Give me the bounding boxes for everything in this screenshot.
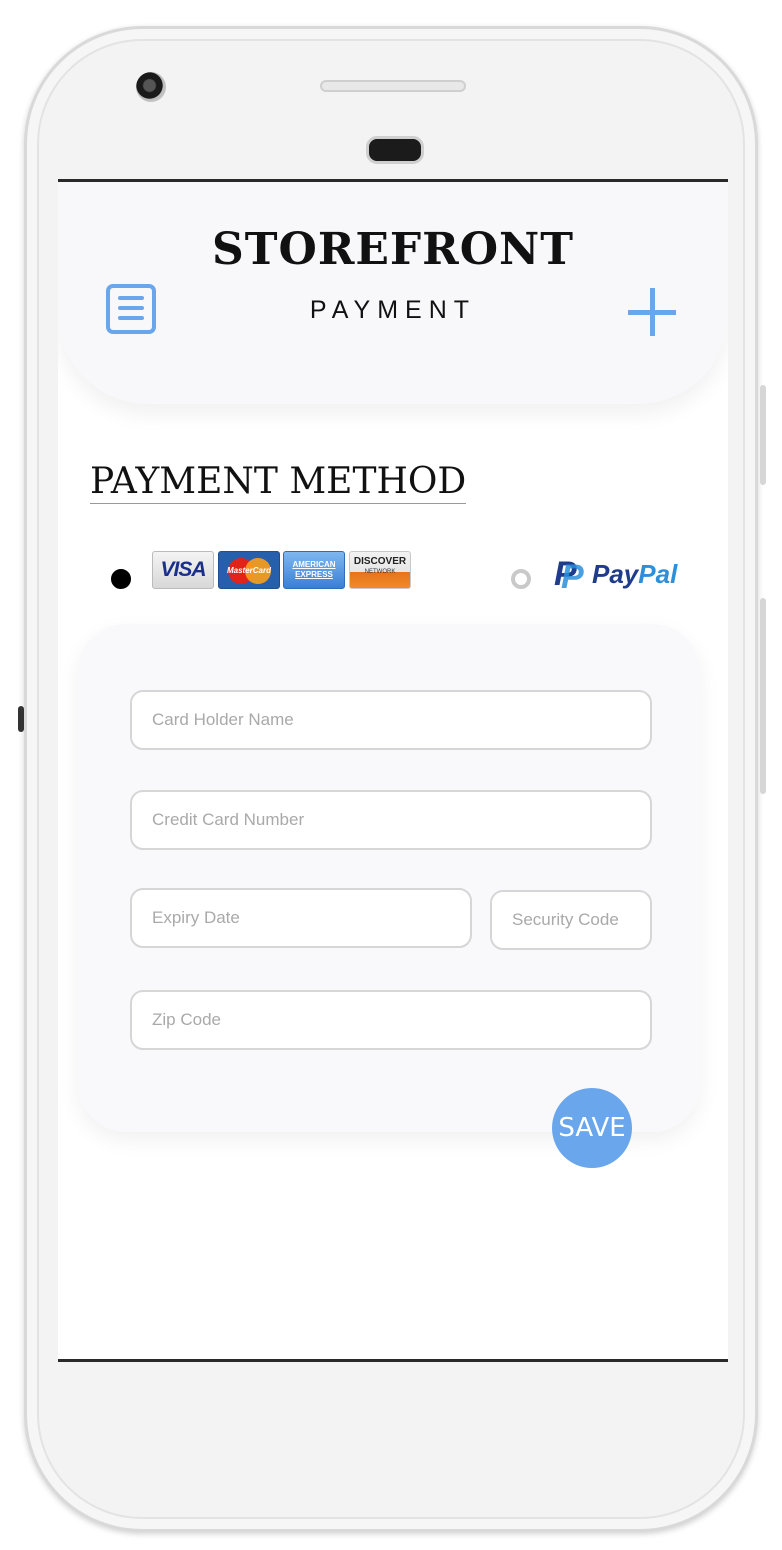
plus-icon[interactable] (628, 288, 676, 336)
app-header: STOREFRONT PAYMENT (58, 182, 728, 404)
card-payment-radio[interactable] (111, 569, 131, 589)
volume-button (760, 598, 766, 794)
menu-icon[interactable] (106, 284, 156, 334)
power-button (760, 385, 766, 485)
expiry-date-input[interactable] (130, 888, 472, 948)
mastercard-text: MasterCard (226, 565, 271, 575)
mastercard-logo: MasterCard (218, 551, 280, 589)
payment-method-title: PAYMENT METHOD (90, 461, 467, 504)
discover-name: DISCOVER (353, 556, 407, 567)
brand-title: STOREFRONT (211, 224, 575, 275)
discover-network: NETWORK (364, 569, 396, 575)
credit-card-number-input[interactable] (130, 790, 652, 850)
amex-logo: AMERICAN EXPRESS (283, 551, 345, 589)
payment-form-card (78, 624, 700, 1132)
zip-code-input[interactable] (130, 990, 652, 1050)
paypal-payment-radio[interactable] (511, 569, 531, 589)
amex-line1: AMERICAN (292, 560, 336, 569)
side-switch (18, 706, 24, 732)
discover-logo: DISCOVER NETWORK (349, 551, 411, 589)
app-screen: STOREFRONT PAYMENT PAYMENT METHOD VISA M… (58, 179, 728, 1362)
amex-line2: EXPRESS (295, 570, 333, 579)
proximity-sensor (366, 136, 424, 164)
security-code-input[interactable] (490, 890, 652, 950)
paypal-wordmark: PayPal (592, 558, 678, 589)
card-holder-name-input[interactable] (130, 690, 652, 750)
visa-logo: VISA (152, 551, 214, 589)
earpiece-speaker (320, 80, 466, 92)
paypal-logo[interactable]: PP PayPal (554, 555, 678, 596)
paypal-p-icon: PP (554, 555, 584, 596)
save-button[interactable]: SAVE (552, 1088, 632, 1168)
front-camera (136, 72, 166, 102)
